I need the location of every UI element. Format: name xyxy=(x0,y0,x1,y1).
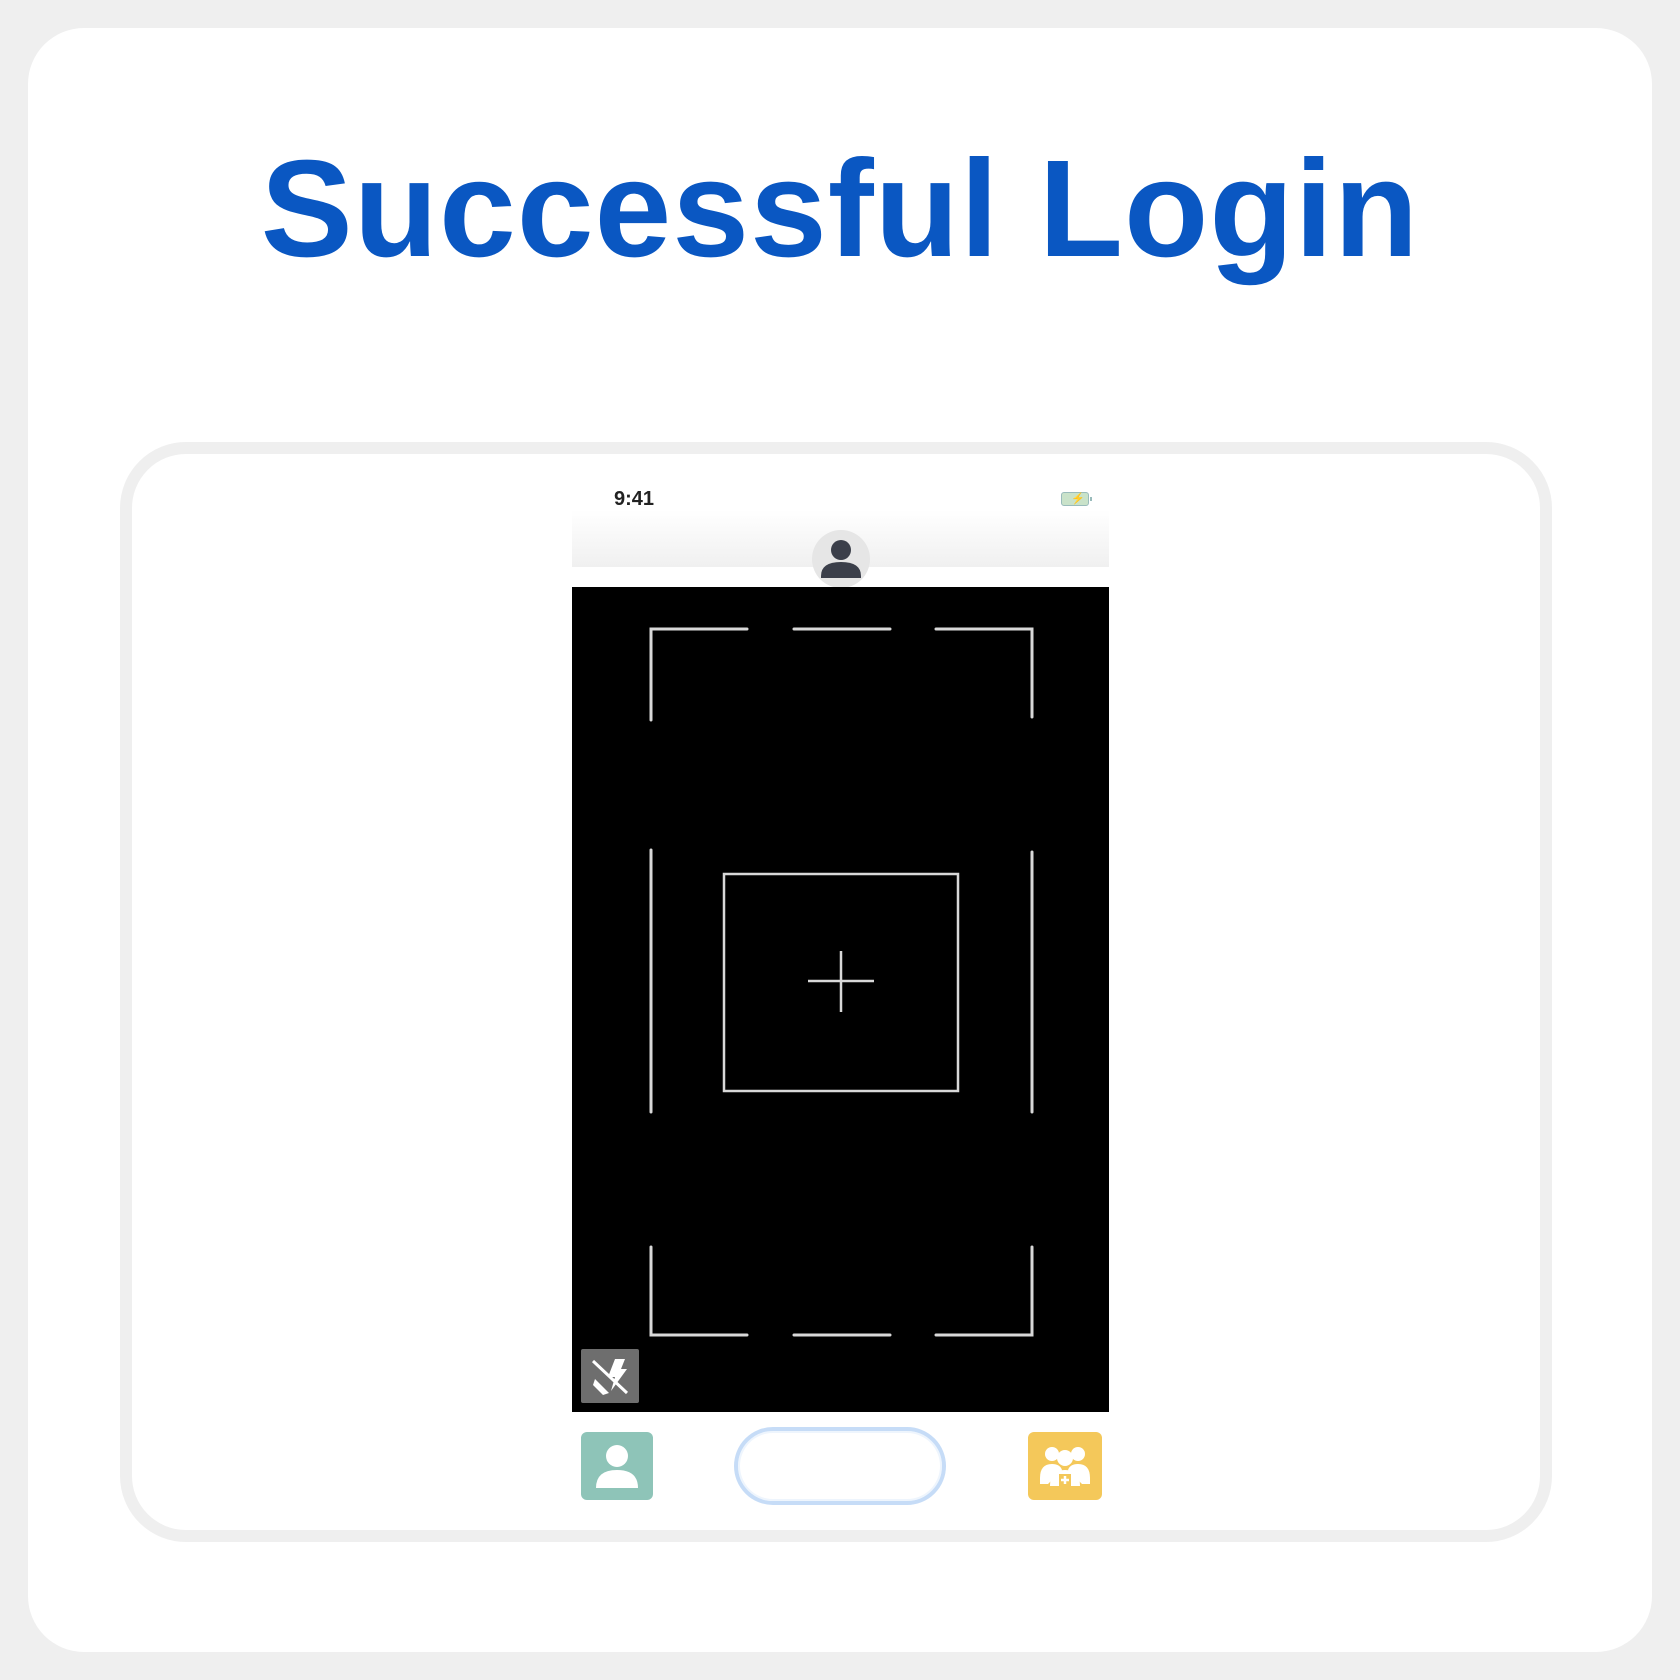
page-title: Successful Login xyxy=(260,132,1420,286)
user-avatar-icon[interactable] xyxy=(812,530,870,588)
profile-button[interactable] xyxy=(581,1432,653,1500)
viewfinder-guides xyxy=(649,627,1034,1337)
user-icon xyxy=(596,1445,638,1488)
group-add-button[interactable] xyxy=(1028,1432,1102,1500)
crosshair-icon xyxy=(808,951,874,1012)
battery-charging-icon: ⚡ xyxy=(1061,492,1092,506)
flash-off-button[interactable] xyxy=(581,1349,639,1403)
capture-button[interactable] xyxy=(734,1427,946,1505)
flash-off-icon xyxy=(591,1359,629,1395)
bottom-bar xyxy=(572,1412,1109,1510)
phone-screen: 9:41 ⚡ xyxy=(572,480,1109,1510)
group-add-icon xyxy=(1040,1447,1090,1486)
camera-viewfinder[interactable] xyxy=(572,587,1109,1412)
status-time: 9:41 xyxy=(614,488,655,510)
status-bar: 9:41 ⚡ xyxy=(572,480,1109,510)
